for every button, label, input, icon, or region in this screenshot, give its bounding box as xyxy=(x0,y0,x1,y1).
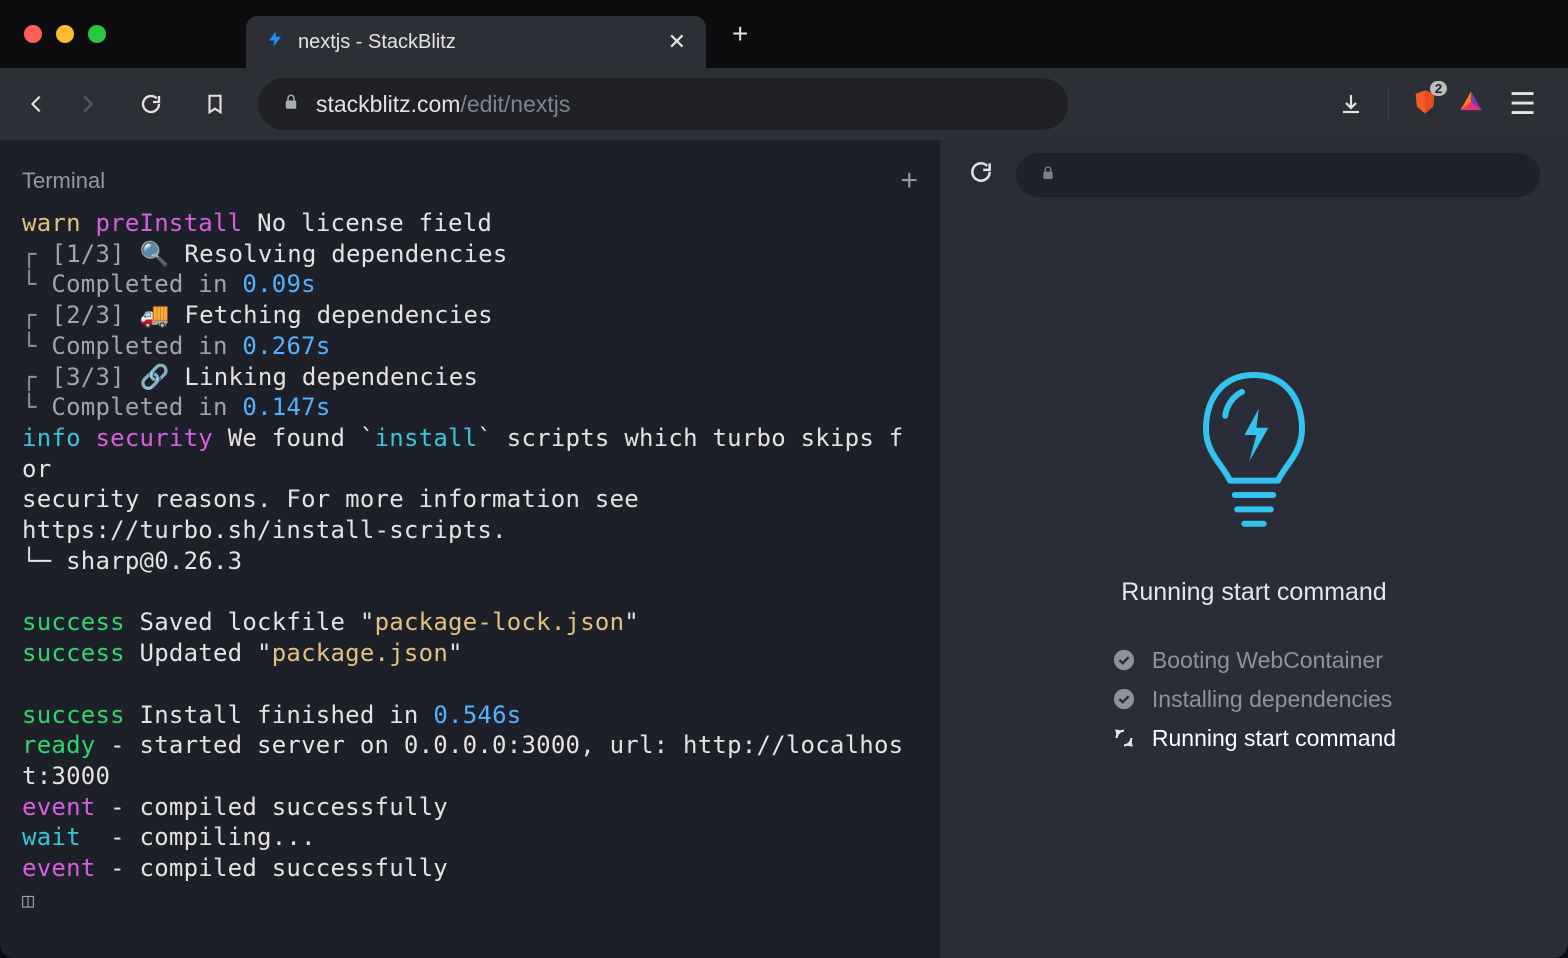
browser-tab[interactable]: nextjs - StackBlitz ✕ xyxy=(246,16,706,68)
lightbulb-bolt-icon xyxy=(1194,363,1314,548)
step-label: Running start command xyxy=(1152,725,1396,752)
url-text: stackblitz.com/edit/nextjs xyxy=(316,91,570,118)
toolbar-extensions: 2 ☰ xyxy=(1336,87,1536,122)
tab-strip: nextjs - StackBlitz ✕ + xyxy=(0,0,1568,68)
terminal-title: Terminal xyxy=(22,168,105,194)
step-label: Booting WebContainer xyxy=(1152,647,1383,674)
tab-close-button[interactable]: ✕ xyxy=(668,29,686,55)
brave-shield-icon[interactable]: 2 xyxy=(1411,87,1439,122)
reload-button[interactable] xyxy=(136,89,166,119)
back-button[interactable] xyxy=(22,89,52,119)
menu-button[interactable]: ☰ xyxy=(1509,87,1536,122)
check-icon xyxy=(1112,648,1136,672)
step-run-start: Running start command xyxy=(1112,725,1396,752)
separator xyxy=(1388,88,1390,120)
address-bar[interactable]: stackblitz.com/edit/nextjs xyxy=(258,78,1068,130)
minimize-window-button[interactable] xyxy=(56,25,74,43)
split-pane-icon[interactable]: ◫ xyxy=(22,888,34,912)
preview-body: Running start command Booting WebContain… xyxy=(940,210,1568,958)
preview-toolbar xyxy=(940,140,1568,210)
lock-icon xyxy=(1040,164,1056,187)
forward-button[interactable] xyxy=(72,89,102,119)
preview-pane: Running start command Booting WebContain… xyxy=(940,140,1568,958)
brave-rewards-icon[interactable] xyxy=(1457,88,1485,121)
shield-badge: 2 xyxy=(1430,81,1447,96)
lock-icon xyxy=(282,92,300,117)
terminal-header: Terminal + xyxy=(0,140,940,202)
close-window-button[interactable] xyxy=(24,25,42,43)
check-icon xyxy=(1112,687,1136,711)
new-terminal-button[interactable]: + xyxy=(900,164,918,198)
step-install-deps: Installing dependencies xyxy=(1112,686,1396,713)
boot-steps: Booting WebContainer Installing dependen… xyxy=(1112,647,1396,752)
spinner-icon xyxy=(1112,726,1136,750)
terminal-output[interactable]: warn preInstall No license field ┌ [1/3]… xyxy=(0,202,940,958)
browser-toolbar: stackblitz.com/edit/nextjs 2 ☰ xyxy=(0,68,1568,140)
download-icon[interactable] xyxy=(1336,89,1366,119)
maximize-window-button[interactable] xyxy=(88,25,106,43)
bookmark-button[interactable] xyxy=(200,89,230,119)
preview-address-bar[interactable] xyxy=(1016,153,1540,197)
bolt-icon xyxy=(266,28,284,56)
preview-status-heading: Running start command xyxy=(1121,578,1386,607)
preview-reload-button[interactable] xyxy=(968,159,994,192)
terminal-pane: Terminal + warn preInstall No license fi… xyxy=(0,140,940,958)
window-controls xyxy=(24,25,106,43)
tab-title: nextjs - StackBlitz xyxy=(298,31,668,54)
new-tab-button[interactable]: + xyxy=(732,18,748,50)
step-boot-webcontainer: Booting WebContainer xyxy=(1112,647,1396,674)
step-label: Installing dependencies xyxy=(1152,686,1392,713)
